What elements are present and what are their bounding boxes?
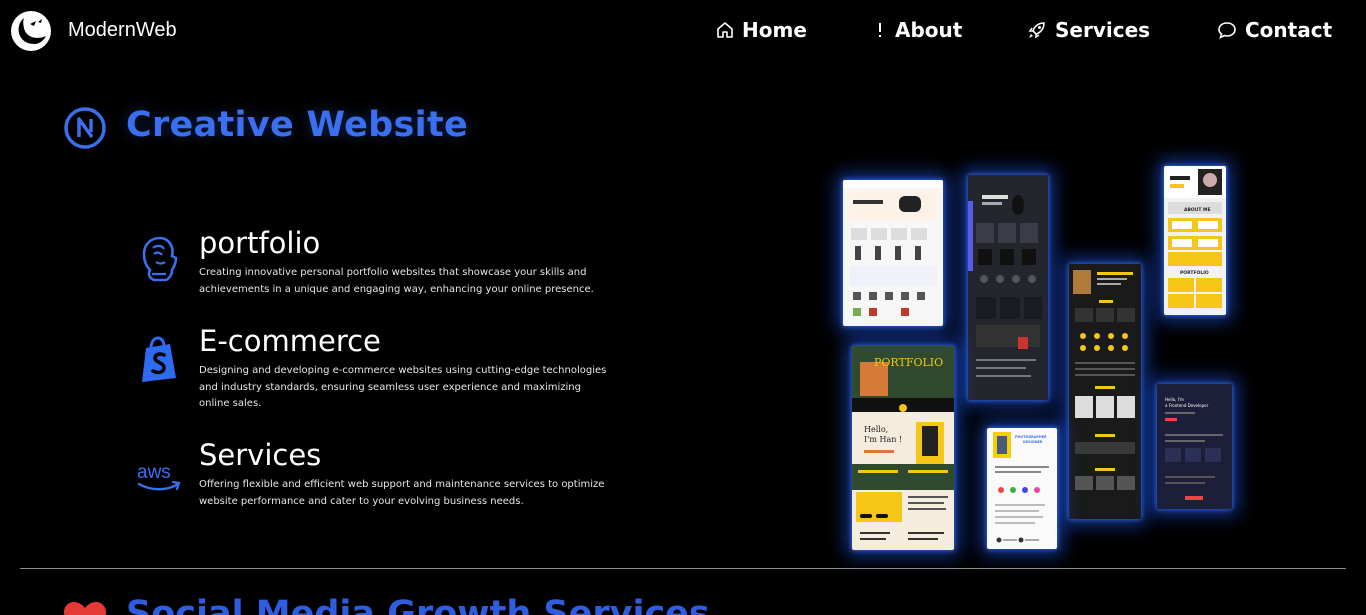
svg-text:aws: aws xyxy=(137,462,171,483)
section-divider xyxy=(20,568,1346,569)
nav-home-label: Home xyxy=(742,18,807,42)
mockup-portfolio-green[interactable]: PORTFOLIO Hello, I'm Han ! xyxy=(852,346,954,550)
moon-logo-icon[interactable] xyxy=(10,10,52,52)
svg-text:DESIGNER: DESIGNER xyxy=(1023,440,1043,444)
next-section-title: Social Media Growth Services xyxy=(126,594,710,615)
nav-about[interactable]: About xyxy=(873,18,962,42)
nav-home[interactable]: Home xyxy=(716,18,807,42)
mockup-dark-portfolio[interactable] xyxy=(1069,264,1141,519)
service-description: Offering flexible and efficient web supp… xyxy=(199,479,605,507)
nav-contact-label: Contact xyxy=(1245,18,1333,42)
service-description: Creating innovative personal portfolio w… xyxy=(199,267,594,295)
mockup-frontend-dev[interactable]: Hello, I'm a Frontend Developer xyxy=(1157,384,1232,509)
nav-about-label: About xyxy=(895,18,963,42)
svg-text:Hello, I'm: Hello, I'm xyxy=(1165,397,1184,402)
exclamation-icon xyxy=(879,23,881,37)
aws-icon: aws xyxy=(137,462,181,491)
nav-services-label: Services xyxy=(1055,18,1151,42)
chat-icon xyxy=(1218,22,1236,40)
face-profile-icon xyxy=(142,236,178,282)
nav-services[interactable]: Services xyxy=(1027,18,1150,42)
service-title: portfolio xyxy=(199,226,321,260)
mockup-photographer[interactable]: PHOTOGRAPHER DESIGNER xyxy=(987,428,1057,549)
svg-text:a Frontend Developer: a Frontend Developer xyxy=(1165,403,1209,408)
home-icon xyxy=(717,22,733,38)
nextjs-icon xyxy=(64,107,106,149)
about-me-text: ABOUT ME xyxy=(1184,207,1211,213)
service-title: Services xyxy=(199,438,322,472)
mockup-ecommerce-dark[interactable] xyxy=(968,175,1048,400)
service-title: E-commerce xyxy=(199,324,381,358)
svg-text:I'm Han !: I'm Han ! xyxy=(864,435,902,444)
heart-icon xyxy=(64,602,106,615)
mockup-ecommerce-light[interactable] xyxy=(843,180,943,326)
svg-text:PORTFOLIO: PORTFOLIO xyxy=(1180,270,1209,276)
brand-name[interactable]: ModernWeb xyxy=(68,19,177,42)
svg-text:Hello,: Hello, xyxy=(864,425,888,434)
shopify-icon xyxy=(142,336,176,382)
mockup-about-me[interactable]: ABOUT ME PORTFOLIO xyxy=(1164,166,1226,315)
section-title: Creative Website xyxy=(126,105,469,145)
top-navbar: ModernWeb Home About Services Contact xyxy=(0,0,1366,64)
rocket-icon xyxy=(1028,22,1045,39)
service-description: Designing and developing e-commerce webs… xyxy=(199,365,607,409)
portfolio-heading-text: PORTFOLIO xyxy=(874,356,943,369)
svg-text:PHOTOGRAPHER: PHOTOGRAPHER xyxy=(1015,435,1047,439)
nav-contact[interactable]: Contact xyxy=(1217,18,1332,42)
